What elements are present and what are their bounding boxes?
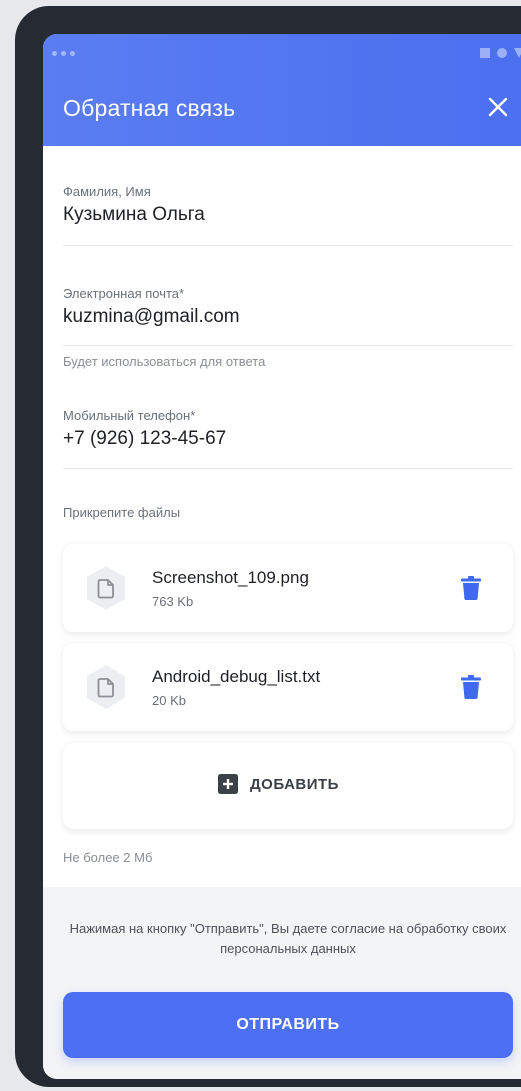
file-icon bbox=[87, 566, 125, 610]
app-header: Обратная связь bbox=[43, 34, 521, 146]
attachments-label: Прикрепите файлы bbox=[63, 505, 181, 520]
consent-text: Нажимая на кнопку "Отправить", Вы даете … bbox=[69, 921, 507, 956]
feedback-screen: Обратная связь Фамилия, Имя Кузьмина Оль… bbox=[43, 34, 521, 1079]
trash-icon[interactable] bbox=[461, 576, 481, 600]
file-item: Screenshot_109.png 763 Kb bbox=[63, 544, 513, 632]
file-name: Android_debug_list.txt bbox=[152, 667, 321, 686]
email-divider bbox=[63, 345, 513, 346]
plus-square-icon bbox=[218, 774, 238, 794]
file-size: 20 Kb bbox=[152, 693, 186, 708]
page-title: Обратная связь bbox=[63, 95, 236, 121]
file-size-limit: Не более 2 Мб bbox=[63, 850, 153, 865]
file-item: Android_debug_list.txt 20 Kb bbox=[63, 643, 513, 731]
file-size: 763 Kb bbox=[152, 594, 194, 609]
phone-input[interactable]: +7 (926) 123-45-67 bbox=[63, 428, 513, 450]
trash-icon[interactable] bbox=[461, 675, 481, 699]
file-name: Screenshot_109.png bbox=[152, 568, 309, 587]
close-icon[interactable] bbox=[487, 96, 509, 118]
status-circle-icon bbox=[497, 48, 507, 58]
submit-button[interactable]: ОТПРАВИТЬ bbox=[63, 992, 513, 1058]
email-hint: Будет использоваться для ответа bbox=[63, 354, 266, 369]
phone-label: Мобильный телефон* bbox=[63, 408, 196, 423]
add-file-button[interactable]: ДОБАВИТЬ bbox=[63, 743, 513, 829]
email-input[interactable]: kuzmina@gmail.com bbox=[63, 306, 513, 328]
name-input[interactable]: Кузьмина Ольга bbox=[63, 204, 513, 226]
status-square-icon bbox=[480, 48, 490, 58]
add-file-content: ДОБАВИТЬ bbox=[218, 774, 339, 794]
status-icons bbox=[480, 48, 521, 58]
file-icon bbox=[87, 665, 125, 709]
name-divider bbox=[63, 245, 513, 246]
phone-divider bbox=[63, 468, 513, 469]
status-dots bbox=[52, 51, 75, 56]
form-footer: Нажимая на кнопку "Отправить", Вы даете … bbox=[43, 887, 521, 1079]
name-field[interactable]: Фамилия, Имя Кузьмина Ольга bbox=[63, 184, 513, 226]
device-frame: Обратная связь Фамилия, Имя Кузьмина Оль… bbox=[15, 6, 521, 1087]
phone-field[interactable]: Мобильный телефон* +7 (926) 123-45-67 bbox=[63, 408, 513, 450]
email-label: Электронная почта* bbox=[63, 286, 185, 301]
add-file-label: ДОБАВИТЬ bbox=[250, 775, 339, 793]
email-field[interactable]: Электронная почта* kuzmina@gmail.com bbox=[63, 286, 513, 328]
name-label: Фамилия, Имя bbox=[63, 184, 151, 199]
status-triangle-icon bbox=[514, 48, 521, 58]
